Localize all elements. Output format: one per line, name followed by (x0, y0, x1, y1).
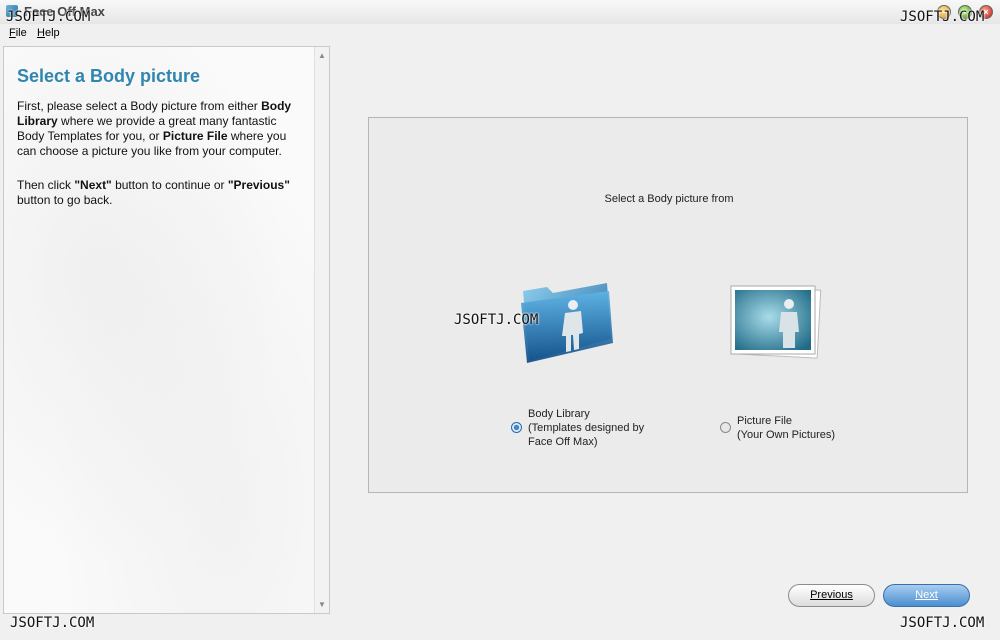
watermark: JSOFTJ.COM (454, 312, 539, 328)
radio-picture-file[interactable] (720, 422, 731, 433)
watermark: JSOFTJ.COM (10, 615, 95, 631)
help-panel: Select a Body picture First, please sele… (3, 46, 330, 614)
watermark: JSOFTJ.COM (6, 9, 91, 25)
help-text-run: "Next" (74, 178, 112, 192)
help-scrollbar[interactable]: ▲ ▼ (314, 47, 329, 613)
previous-label: Previous (810, 589, 853, 601)
scroll-down-icon[interactable]: ▼ (318, 600, 326, 609)
option-label-line: Face Off Max) (528, 436, 598, 448)
help-text-run: "Previous" (227, 178, 290, 192)
watermark: JSOFTJ.COM (900, 9, 985, 25)
option-label: Picture File (Your Own Pictures) (737, 414, 835, 442)
help-paragraph-1: First, please select a Body picture from… (17, 99, 303, 159)
help-text-run: button to go back. (17, 193, 113, 207)
next-label: Next (915, 589, 938, 601)
radio-body-library[interactable] (511, 422, 522, 433)
help-title: Select a Body picture (17, 66, 201, 86)
select-heading: Select a Body picture from (604, 193, 734, 205)
help-text-run: Then click (17, 178, 75, 192)
help-text-run: Picture File (162, 129, 228, 143)
next-button[interactable]: Next (883, 584, 970, 607)
option-label-line: Picture File (737, 415, 793, 427)
photo-person-icon[interactable] (729, 284, 823, 360)
menu-help[interactable]: Help (37, 27, 60, 39)
menu-bar: File Help (0, 24, 1000, 42)
watermark: JSOFTJ.COM (900, 615, 985, 631)
help-content: Select a Body picture First, please sele… (4, 47, 316, 613)
option-label: Body Library (Templates designed by Face O… (528, 407, 644, 449)
menu-file[interactable]: File (9, 27, 27, 39)
previous-button[interactable]: Previous (788, 584, 875, 607)
scroll-up-icon[interactable]: ▲ (318, 51, 326, 60)
body-source-panel: Select a Body picture from Body Library (368, 117, 968, 493)
help-text-run: button to continue or (111, 178, 228, 192)
help-text-run: First, please select a Body picture from… (17, 99, 262, 113)
option-label-line: (Templates designed by (528, 422, 645, 434)
help-paragraph-2: Then click "Next" button to continue or … (17, 178, 303, 208)
title-bar: Face Off Max - + × (0, 0, 1000, 24)
option-label-line: (Your Own Pictures) (737, 429, 836, 441)
option-label-line: Body Library (528, 408, 590, 420)
